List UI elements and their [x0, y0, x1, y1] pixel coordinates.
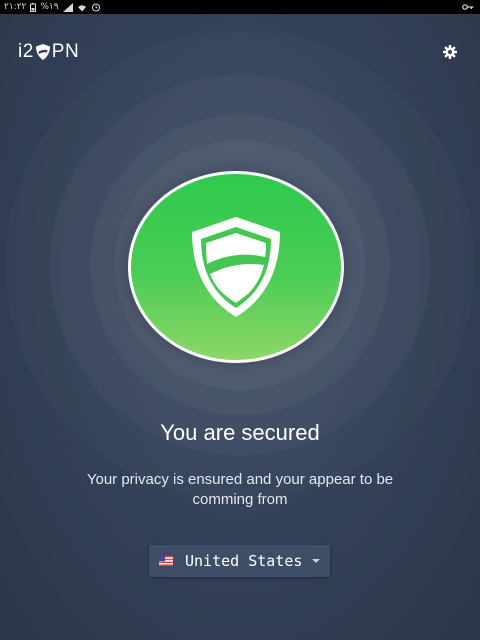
wifi-icon [77, 0, 87, 14]
shield-icon [186, 212, 286, 322]
country-selector[interactable]: United States [149, 545, 330, 577]
status-headline: You are secured [160, 420, 320, 445]
status-bar: ۲۱:۲۲ %۱۹ [0, 0, 480, 14]
settings-button[interactable] [442, 44, 458, 60]
logo-shield-icon [35, 43, 51, 61]
status-bar-right [462, 0, 474, 14]
alarm-icon [91, 0, 101, 14]
logo-suffix: PN [51, 41, 80, 62]
chevron-down-icon [312, 559, 320, 563]
logo-prefix: i2 [18, 41, 34, 62]
status-time: ۲۱:۲۲ [4, 2, 27, 12]
status-message: Your privacy is ensured and your appear … [86, 471, 394, 508]
battery-percent: %۱۹ [40, 2, 59, 12]
selected-country: United States [185, 552, 303, 570]
status-bar-left: ۲۱:۲۲ %۱۹ [4, 0, 101, 14]
battery-icon [30, 0, 37, 14]
app-logo: i2 PN [18, 41, 79, 63]
us-flag-icon [159, 556, 173, 566]
signal-icon [62, 0, 73, 14]
connection-status-button[interactable] [128, 171, 344, 363]
gear-icon [443, 45, 457, 59]
key-icon [462, 0, 474, 14]
